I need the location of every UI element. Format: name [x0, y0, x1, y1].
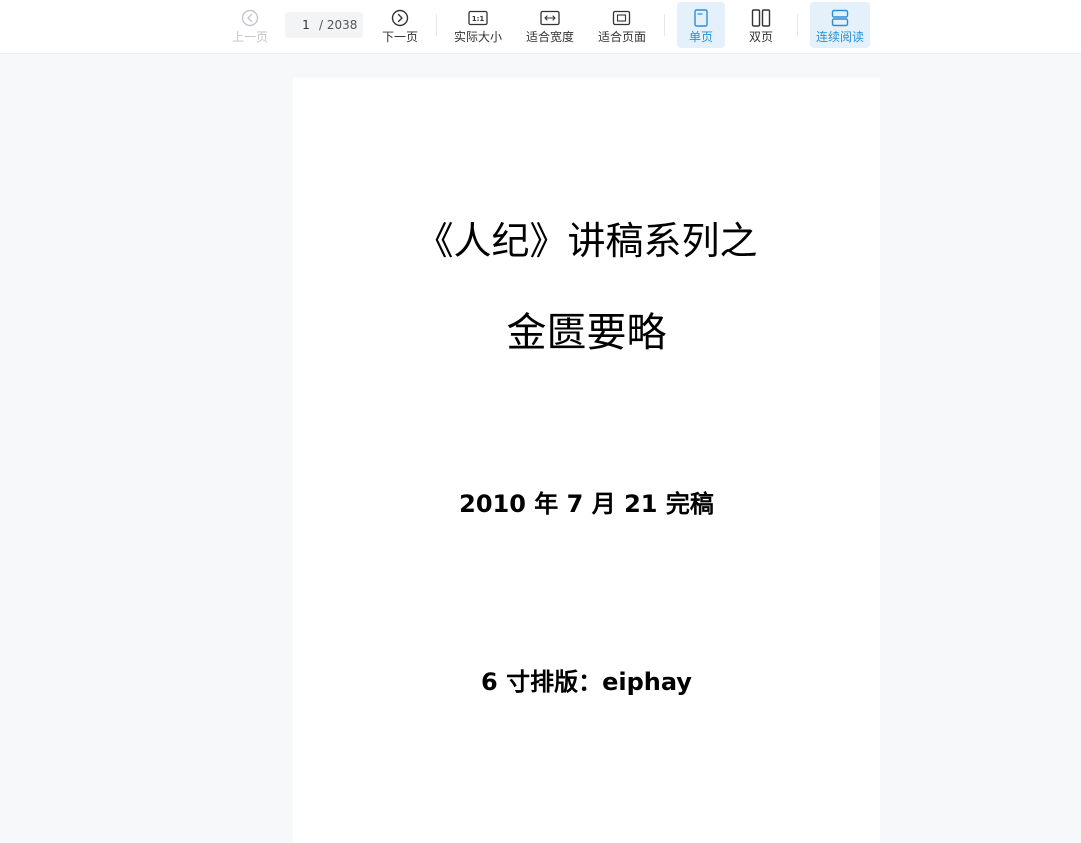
completion-date: 2010 年 7 月 21 完稿	[459, 490, 714, 518]
actual-size-label: 实际大小	[453, 30, 502, 44]
fit-page-button[interactable]: 适合页面	[592, 2, 652, 48]
double-page-label: 双页	[748, 30, 773, 44]
continuous-reading-button[interactable]: 连续阅读	[810, 2, 870, 48]
fit-page-icon	[612, 8, 632, 28]
actual-size-icon: 1:1	[468, 8, 488, 28]
fit-width-label: 适合宽度	[525, 30, 574, 44]
document-page: 《人纪》讲稿系列之 金匮要略 2010 年 7 月 21 完稿 6 寸排版：ei…	[293, 78, 880, 843]
toolbar-divider	[436, 14, 437, 36]
page-number-box: / 2038	[285, 12, 363, 38]
double-page-button[interactable]: 双页	[737, 2, 785, 48]
page-total: / 2038	[319, 18, 358, 32]
document-viewer[interactable]: 《人纪》讲稿系列之 金匮要略 2010 年 7 月 21 完稿 6 寸排版：ei…	[0, 54, 1081, 843]
prev-page-label: 上一页	[231, 30, 268, 44]
single-page-button[interactable]: 单页	[677, 2, 725, 48]
toolbar-divider	[797, 14, 798, 36]
double-page-icon	[751, 8, 771, 28]
fit-page-label: 适合页面	[597, 30, 646, 44]
chevron-right-circle-icon	[390, 8, 410, 28]
actual-size-glyph: 1:1	[472, 15, 485, 23]
page-number-input[interactable]	[297, 18, 315, 32]
fit-width-button[interactable]: 适合宽度	[520, 2, 580, 48]
toolbar-divider	[664, 14, 665, 36]
chevron-left-circle-icon	[240, 8, 260, 28]
document-subtitle: 金匮要略	[506, 310, 667, 356]
document-title: 《人纪》讲稿系列之	[415, 219, 758, 263]
fit-width-icon	[540, 8, 560, 28]
single-page-label: 单页	[688, 30, 713, 44]
single-page-icon	[691, 8, 711, 28]
toolbar: 上一页 / 2038 下一页 1:1 实际大小 适合宽度 适合页面 单页	[0, 0, 1081, 54]
typesetting-note: 6 寸排版：eiphay	[481, 668, 692, 696]
actual-size-button[interactable]: 1:1 实际大小	[448, 2, 508, 48]
next-page-label: 下一页	[381, 30, 418, 44]
next-page-button[interactable]: 下一页	[375, 2, 425, 48]
prev-page-button[interactable]: 上一页	[225, 2, 275, 48]
continuous-reading-label: 连续阅读	[815, 30, 864, 44]
continuous-scroll-icon	[830, 8, 850, 28]
